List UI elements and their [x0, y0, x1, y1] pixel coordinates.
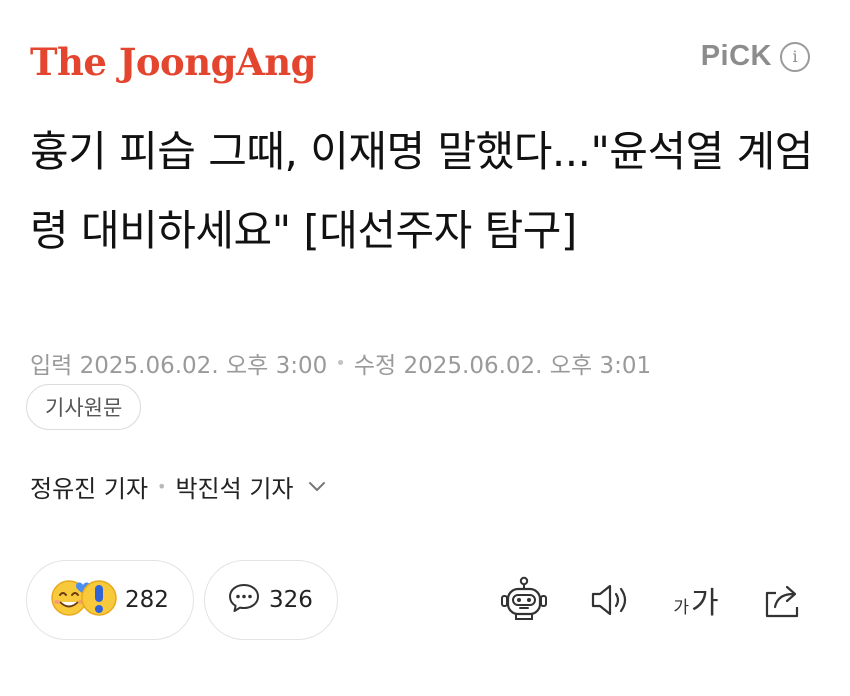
comment-button[interactable]: 326: [204, 560, 338, 640]
reporter-separator: •: [157, 476, 167, 496]
article-header: The JoongAng PiCK i: [0, 0, 850, 110]
comment-count: 326: [269, 587, 313, 613]
comment-bubble-icon: [227, 582, 261, 618]
joongang-logo[interactable]: The JoongAng: [30, 38, 316, 86]
speaker-icon: [591, 584, 627, 616]
reaction-button[interactable]: 282: [26, 560, 194, 640]
robot-summary-icon: [501, 576, 547, 620]
font-size-big-label: 가: [691, 586, 719, 621]
chevron-down-icon[interactable]: [307, 479, 327, 493]
reaction-count: 282: [125, 587, 169, 613]
font-size-small-label: 가: [673, 598, 690, 618]
summary-bot-button[interactable]: [496, 572, 552, 628]
share-icon: [765, 585, 799, 618]
article-headline: 흉기 피습 그때, 이재명 말했다..."윤석열 계엄령 대비하세요" [대선주…: [30, 127, 813, 255]
share-button[interactable]: [754, 572, 810, 628]
date-separator: •: [335, 352, 346, 374]
pick-label: PiCK: [700, 40, 772, 72]
info-icon[interactable]: i: [780, 41, 810, 72]
font-size-button[interactable]: 가 가: [668, 572, 724, 628]
pick-badge: PiCK i: [701, 40, 810, 73]
published-date: 입력 2025.06.02. 오후 3:00: [30, 353, 328, 379]
article-toolbar: 가 가: [496, 572, 810, 628]
reporter-list[interactable]: 정유진 기자 • 박진석 기자: [30, 466, 327, 506]
article-dates: 입력 2025.06.02. 오후 3:00 • 수정 2025.06.02. …: [30, 343, 651, 383]
modified-date: 수정 2025.06.02. 오후 3:01: [353, 353, 652, 379]
reaction-emoji-icon: [49, 576, 117, 624]
original-article-button[interactable]: 기사원문: [26, 384, 142, 430]
exclamation-icon: [81, 580, 117, 616]
font-size-icon: 가 가: [673, 578, 718, 622]
reporter-name[interactable]: 박진석 기자: [175, 469, 293, 504]
reporter-name[interactable]: 정유진 기자: [30, 469, 148, 504]
read-aloud-button[interactable]: [582, 572, 638, 628]
